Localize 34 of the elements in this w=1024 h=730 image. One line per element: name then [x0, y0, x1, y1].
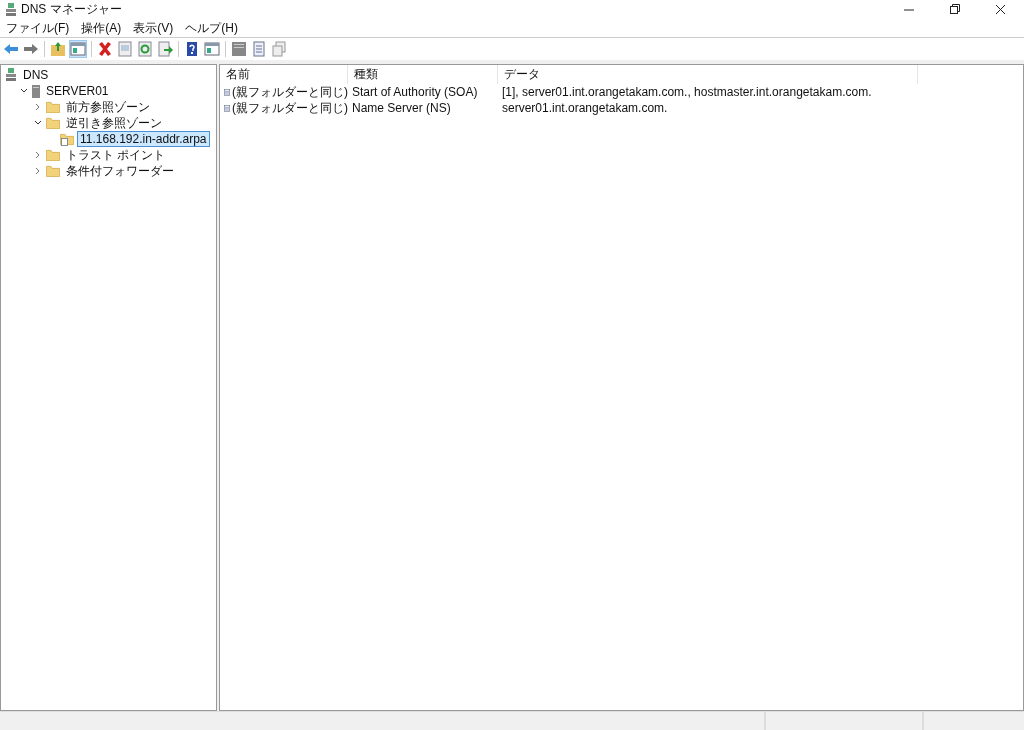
server-button[interactable]: [230, 40, 248, 58]
table-cell: Start of Authority (SOA): [352, 85, 478, 99]
folder-icon: [46, 149, 60, 161]
table-cell: server01.int.orangetakam.com.: [502, 101, 668, 115]
column-header[interactable]: 名前: [220, 65, 348, 84]
table-cell: [1], server01.int.orangetakam.com., hostmaster.int.orangetakam.com.: [502, 85, 872, 99]
server-icon: [32, 84, 40, 98]
zone-folder-icon: [60, 132, 74, 146]
table-cell: Name Server (NS): [352, 101, 451, 115]
menu-item[interactable]: 操作(A): [81, 19, 122, 37]
pane-toggle-button[interactable]: [69, 40, 87, 58]
folder-icon: [46, 165, 60, 177]
tree-item[interactable]: 11.168.192.in-addr.arpa: [77, 131, 210, 147]
tree-item[interactable]: DNS: [20, 67, 52, 83]
column-header[interactable]: 種類: [348, 65, 498, 84]
window-title: DNS マネージャー: [21, 1, 122, 18]
menu-item[interactable]: ヘルプ(H): [185, 19, 238, 37]
menu-item[interactable]: ファイル(F): [6, 19, 70, 37]
folder-icon: [46, 101, 60, 113]
delete-button[interactable]: [96, 40, 114, 58]
column-header[interactable]: データ: [498, 65, 918, 84]
export-button[interactable]: [156, 40, 174, 58]
table-cell: (親フォルダーと同じ): [232, 99, 348, 117]
up-folder-button[interactable]: [49, 40, 67, 58]
menu-item[interactable]: 表示(V): [133, 19, 174, 37]
refresh-button[interactable]: [136, 40, 154, 58]
folder-icon: [46, 117, 60, 129]
copy-button[interactable]: [270, 40, 288, 58]
dns-server-icon: [5, 68, 17, 82]
dns-app-icon: [5, 2, 17, 17]
table-cell: (親フォルダーと同じ): [232, 83, 348, 101]
tree-item[interactable]: SERVER01: [43, 83, 112, 99]
list-button[interactable]: [250, 40, 268, 58]
pane-toggle-button[interactable]: [203, 40, 221, 58]
